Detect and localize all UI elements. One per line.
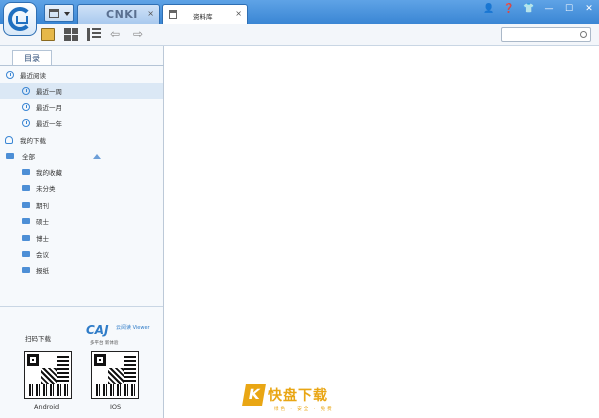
- watermark-sub: 绿色 · 安全 · 免费: [274, 407, 334, 412]
- sidebar-item-conference[interactable]: 会议: [0, 246, 163, 262]
- scan-label: 扫码下载: [25, 335, 51, 343]
- tab-library[interactable]: 资料库 ×: [162, 4, 248, 25]
- sidebar-item-label: 最近一月: [36, 104, 62, 112]
- sidebar-item-label: 期刊: [36, 202, 49, 210]
- clock-icon: [6, 71, 14, 79]
- sidebar-item-label: 我的收藏: [36, 169, 62, 177]
- clock-icon: [22, 87, 30, 95]
- sidebar-item-masters[interactable]: 硕士: [0, 213, 163, 229]
- grid-view-icon[interactable]: [64, 28, 78, 41]
- tab-label: CNKI: [106, 8, 138, 21]
- sidebar-item-year[interactable]: 最近一年: [0, 115, 163, 131]
- back-arrow-icon[interactable]: ⇦: [108, 28, 122, 41]
- open-folder-icon[interactable]: [41, 28, 55, 41]
- sidebar-item-journals[interactable]: 期刊: [0, 197, 163, 213]
- tab-catalog[interactable]: 目录: [12, 50, 52, 66]
- sidebar-item-week[interactable]: 最近一周: [0, 83, 163, 99]
- tab-label: 资料库: [193, 13, 213, 21]
- watermark-logo: K 快盘下载 绿色 · 安全 · 免费: [242, 384, 332, 412]
- minimize-button[interactable]: —: [539, 0, 559, 18]
- download-icon: [5, 136, 13, 144]
- toolbar: ⇦ ⇨: [0, 24, 599, 46]
- download-panel: 扫码下载 CAJ 云阅读 Viewer 多平台 新体验 Android IOS: [0, 306, 163, 418]
- folder-icon: [22, 185, 30, 191]
- ios-label: IOS: [110, 403, 122, 411]
- document-icon: [169, 10, 177, 19]
- search-input[interactable]: [501, 27, 591, 42]
- sidebar-item-label: 报纸: [36, 267, 49, 275]
- forward-arrow-icon[interactable]: ⇨: [131, 28, 145, 41]
- maximize-button[interactable]: ☐: [559, 0, 579, 18]
- sidebar: 目录 最近阅读 最近一周 最近一月 最近一年 我的下载 全部 我的收藏 未分类 …: [0, 46, 164, 418]
- folder-icon: [22, 218, 30, 224]
- sidebar-item-recent[interactable]: 最近阅读: [0, 67, 163, 83]
- tab-close-button[interactable]: ×: [235, 9, 242, 18]
- search-icon[interactable]: [580, 31, 587, 38]
- sidebar-item-label: 硕士: [36, 218, 49, 226]
- tab-menu-button[interactable]: [44, 4, 74, 22]
- folder-icon: [22, 251, 30, 257]
- android-qr-code: [24, 351, 72, 399]
- folder-icon: [22, 169, 30, 175]
- sidebar-item-label: 会议: [36, 251, 49, 259]
- sidebar-item-downloads[interactable]: 我的下载: [0, 132, 163, 148]
- ios-qr-code: [91, 351, 139, 399]
- help-icon[interactable]: ❓: [499, 0, 519, 18]
- collapse-arrow-icon[interactable]: [93, 154, 101, 159]
- sidebar-item-doctoral[interactable]: 博士: [0, 230, 163, 246]
- clock-icon: [22, 119, 30, 127]
- chevron-down-icon: [64, 12, 70, 16]
- sidebar-item-label: 我的下载: [20, 137, 46, 145]
- caj-sublogo: 云阅读 Viewer: [116, 325, 150, 331]
- sidebar-item-label: 未分类: [36, 185, 56, 193]
- sidebar-item-uncategorized[interactable]: 未分类: [0, 180, 163, 196]
- close-button[interactable]: ✕: [579, 0, 599, 18]
- android-label: Android: [34, 403, 60, 411]
- skin-icon[interactable]: 👕: [519, 0, 539, 18]
- caj-logo: CAJ: [86, 323, 109, 337]
- window-controls: 👤 ❓ 👕 — ☐ ✕: [479, 0, 599, 18]
- user-icon[interactable]: 👤: [479, 0, 499, 18]
- folder-icon: [22, 235, 30, 241]
- app-logo: [3, 2, 37, 36]
- sidebar-item-favorites[interactable]: 我的收藏: [0, 164, 163, 180]
- tab-cnki[interactable]: CNKI ×: [77, 4, 160, 24]
- sidebar-item-month[interactable]: 最近一月: [0, 99, 163, 115]
- folder-icon: [6, 153, 14, 159]
- sidebar-item-all[interactable]: 全部: [0, 148, 163, 164]
- sidebar-item-label: 最近阅读: [20, 72, 46, 80]
- document-icon: [49, 9, 59, 18]
- sidebar-item-label: 博士: [36, 235, 49, 243]
- caj-tagline: 多平台 新体验: [90, 341, 119, 346]
- list-view-icon[interactable]: [87, 28, 101, 41]
- sidebar-item-label: 全部: [22, 153, 35, 161]
- folder-icon: [22, 202, 30, 208]
- watermark-text: 快盘下载: [268, 388, 328, 404]
- sidebar-item-label: 最近一年: [36, 120, 62, 128]
- tab-close-button[interactable]: ×: [147, 9, 154, 18]
- sidebar-item-newspapers[interactable]: 报纸: [0, 262, 163, 278]
- sidebar-item-label: 最近一周: [36, 88, 62, 96]
- watermark-mark: K: [242, 384, 266, 406]
- folder-icon: [22, 267, 30, 273]
- clock-icon: [22, 103, 30, 111]
- content-area: [165, 46, 599, 418]
